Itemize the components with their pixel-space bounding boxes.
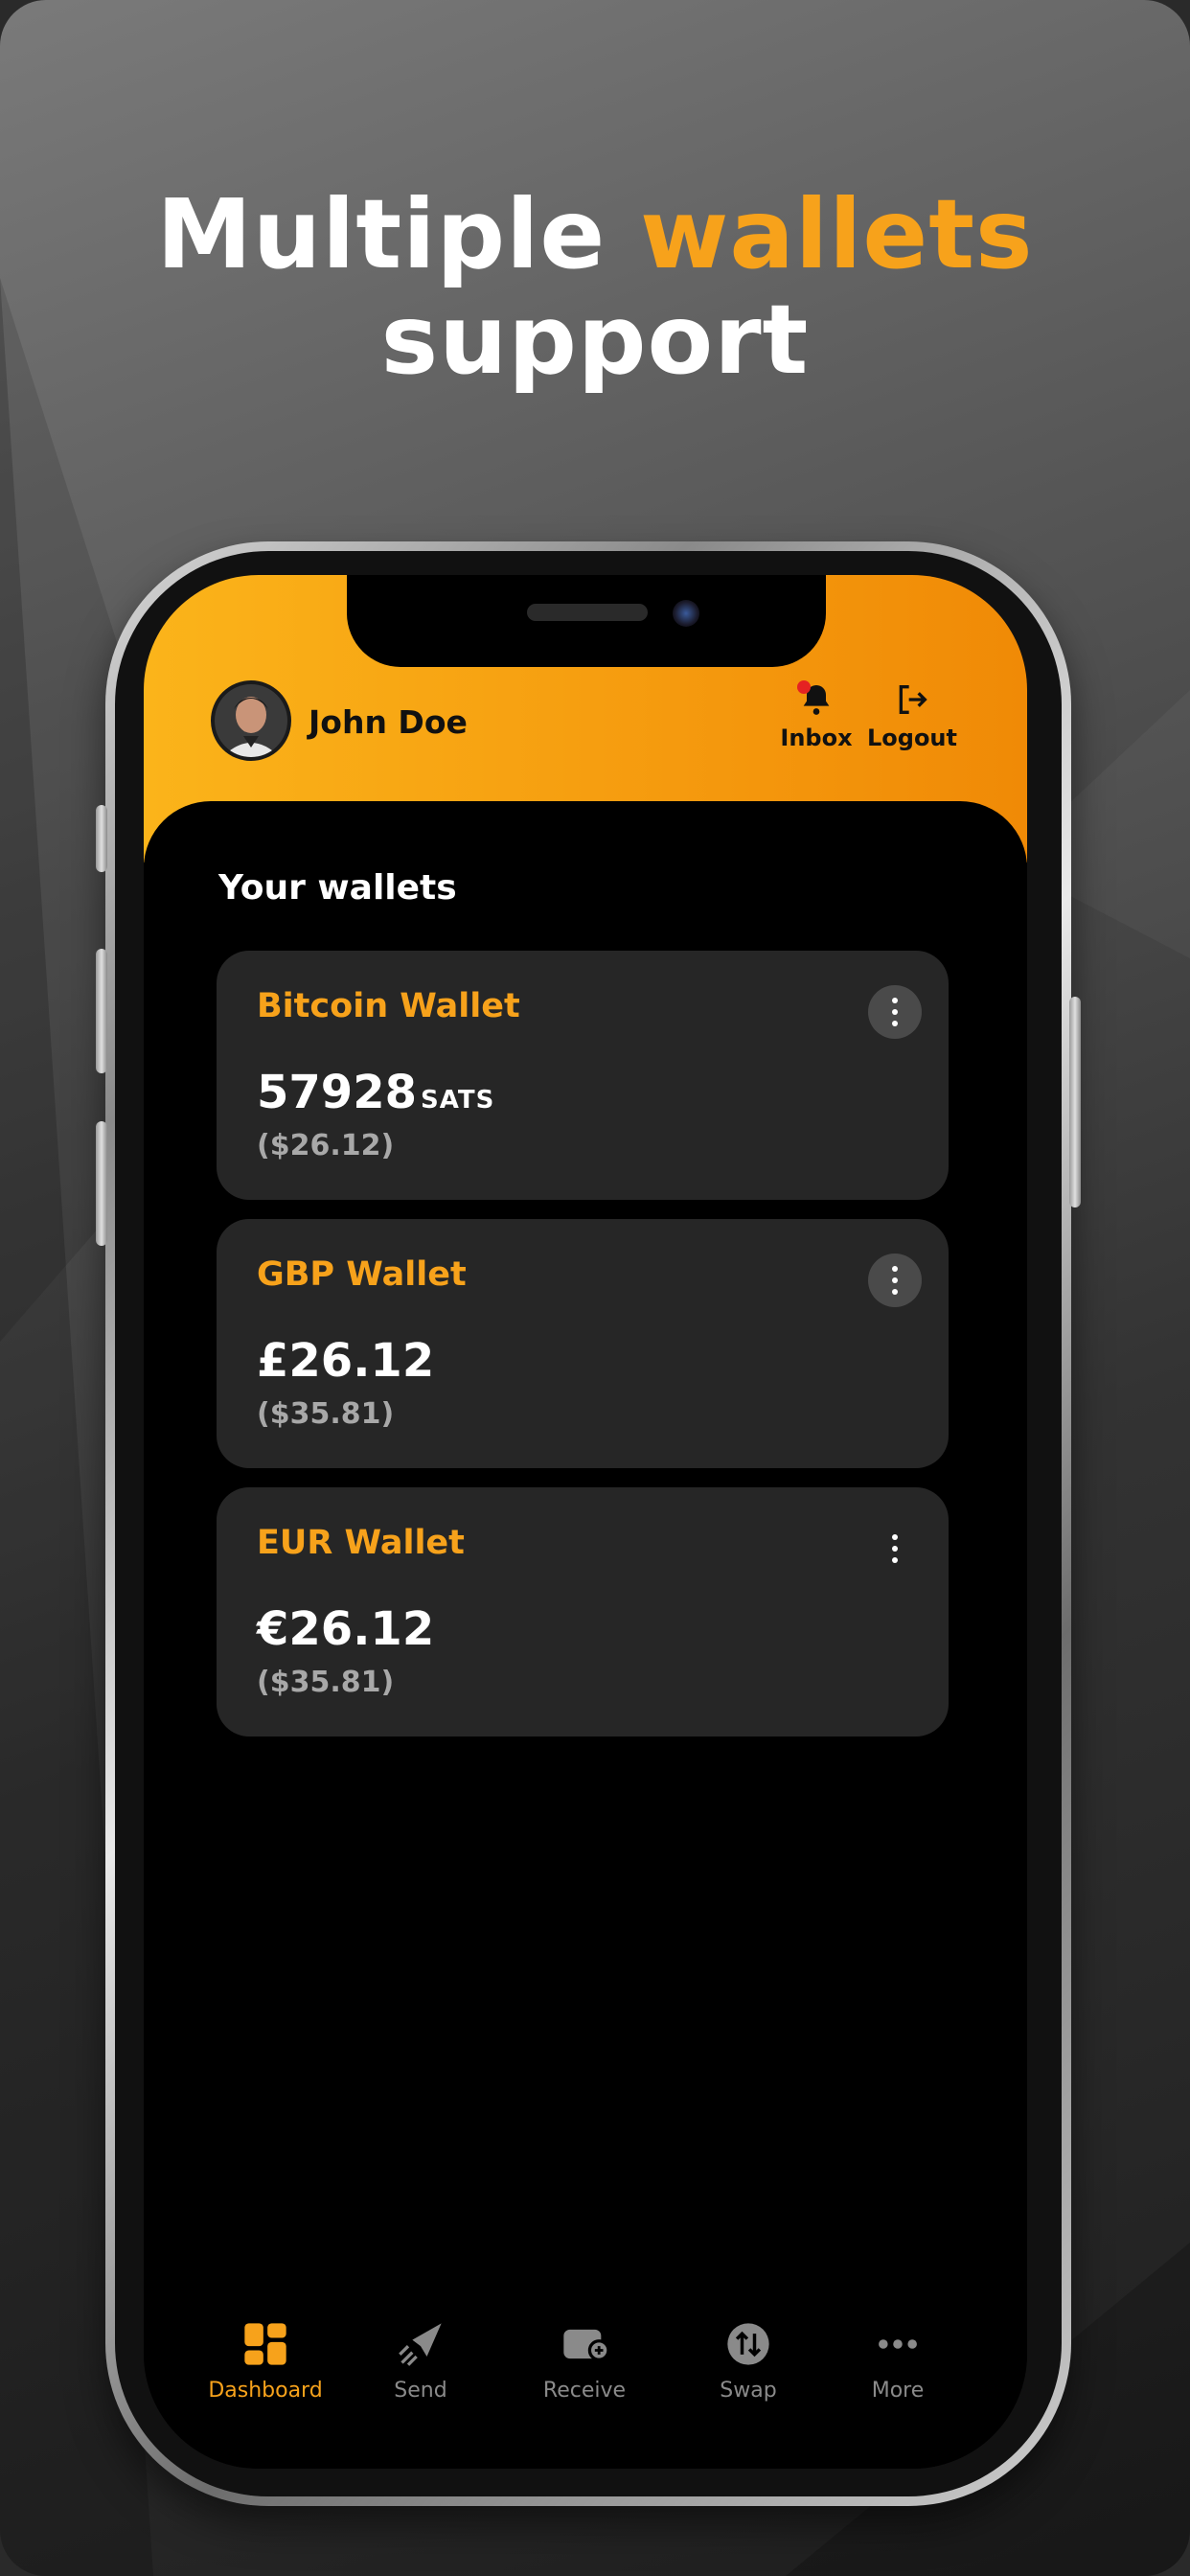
nav-receive[interactable]: Receive bbox=[513, 2319, 656, 2403]
phone-notch bbox=[347, 575, 826, 667]
inbox-button[interactable]: Inbox bbox=[778, 680, 855, 751]
wallet-menu-button[interactable] bbox=[868, 1254, 922, 1307]
phone-side-button bbox=[96, 949, 107, 1073]
headline: Multiple wallets support bbox=[0, 182, 1190, 393]
dashboard-icon bbox=[244, 2323, 286, 2365]
wallet-unit: SATS bbox=[421, 1086, 495, 1115]
wallet-amount-value: €26.12 bbox=[257, 1602, 435, 1656]
wallet-name: GBP Wallet bbox=[257, 1255, 467, 1294]
logout-icon bbox=[899, 685, 927, 714]
bell-wrapper bbox=[795, 680, 837, 719]
more-vertical-icon bbox=[892, 1263, 898, 1298]
wallet-card-eur[interactable]: EUR Wallet €26.12 ($35.81) bbox=[217, 1487, 949, 1736]
nav-swap[interactable]: Swap bbox=[676, 2319, 820, 2403]
inbox-label: Inbox bbox=[780, 724, 853, 751]
phone-screen: John Doe Inbox Logout Your wallets Bitco… bbox=[144, 575, 1027, 2469]
wallet-amount: 57928 SATS bbox=[257, 1066, 494, 1119]
nav-label: Send bbox=[394, 2379, 447, 2403]
nav-more[interactable]: More bbox=[826, 2319, 970, 2403]
avatar-image bbox=[215, 684, 287, 757]
wallet-usd-value: ($35.81) bbox=[257, 1666, 395, 1699]
nav-label: Receive bbox=[542, 2379, 627, 2403]
bottom-nav: Dashboard Send Receive Swap More bbox=[144, 2319, 1027, 2444]
wallet-name: EUR Wallet bbox=[257, 1524, 465, 1562]
wallet-name: Bitcoin Wallet bbox=[257, 987, 520, 1025]
phone-camera bbox=[673, 600, 699, 627]
user-name: John Doe bbox=[309, 703, 468, 741]
main-content: Your wallets Bitcoin Wallet 57928 SATS ($… bbox=[144, 801, 1027, 2469]
headline-line2: support bbox=[380, 284, 810, 396]
wallet-amount-value: £26.12 bbox=[257, 1334, 435, 1388]
wallet-menu-button[interactable] bbox=[868, 1522, 922, 1576]
wallet-card-bitcoin[interactable]: Bitcoin Wallet 57928 SATS ($26.12) bbox=[217, 951, 949, 1200]
receive-icon bbox=[563, 2329, 609, 2361]
more-vertical-icon bbox=[892, 995, 898, 1029]
nav-label: Swap bbox=[720, 2379, 777, 2403]
nav-label: Dashboard bbox=[208, 2379, 323, 2403]
phone-side-button bbox=[96, 1121, 107, 1246]
section-title: Your wallets bbox=[218, 868, 457, 908]
nav-send[interactable]: Send bbox=[349, 2319, 492, 2403]
phone-side-button bbox=[96, 805, 107, 872]
nav-label: More bbox=[871, 2379, 925, 2403]
swap-icon bbox=[727, 2323, 769, 2365]
headline-plain: Multiple bbox=[156, 178, 640, 290]
avatar[interactable] bbox=[211, 680, 291, 761]
more-vertical-icon bbox=[892, 1531, 898, 1566]
wallet-amount-value: 57928 bbox=[257, 1066, 417, 1119]
notification-dot bbox=[797, 680, 811, 694]
logout-label: Logout bbox=[866, 724, 957, 751]
nav-dashboard[interactable]: Dashboard bbox=[194, 2319, 337, 2403]
wallet-menu-button[interactable] bbox=[868, 985, 922, 1039]
headline-accent: wallets bbox=[639, 178, 1034, 290]
wallet-card-gbp[interactable]: GBP Wallet £26.12 ($35.81) bbox=[217, 1219, 949, 1468]
wallet-amount: £26.12 bbox=[257, 1334, 434, 1388]
wallet-usd-value: ($35.81) bbox=[257, 1397, 395, 1431]
phone-side-button bbox=[1069, 997, 1081, 1208]
more-icon bbox=[879, 2339, 917, 2349]
wallet-amount: €26.12 bbox=[257, 1602, 434, 1656]
send-icon bbox=[399, 2323, 442, 2366]
wallet-usd-value: ($26.12) bbox=[257, 1129, 395, 1162]
phone-speaker bbox=[527, 604, 648, 621]
logout-button[interactable]: Logout bbox=[864, 680, 960, 751]
